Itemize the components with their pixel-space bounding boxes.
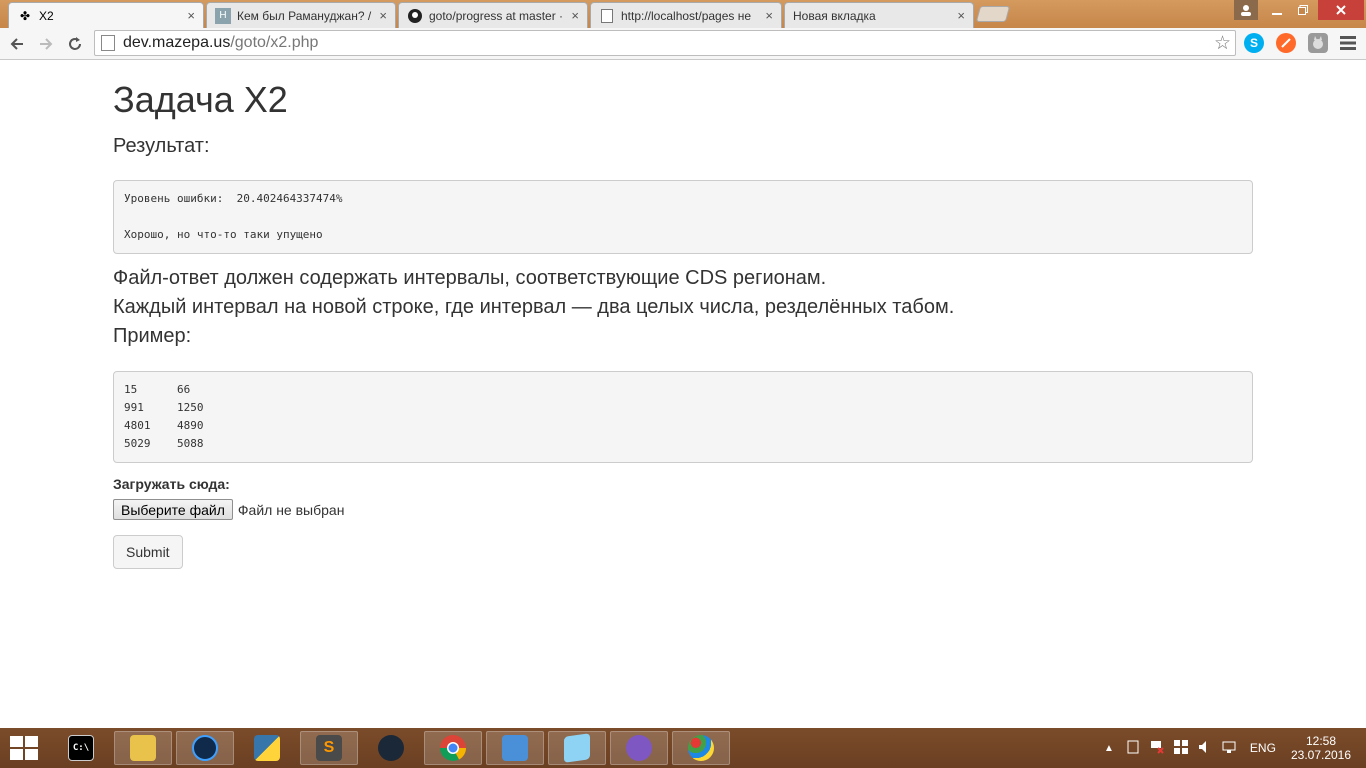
example-label: Пример: [113,325,192,347]
cmd-icon[interactable]: C:\ [52,731,110,765]
description-line-2: Каждый интервал на новой строке, где инт… [113,296,955,318]
cat-app-icon[interactable] [610,731,668,765]
remote-desktop-icon[interactable] [486,731,544,765]
result-label: Результат: [113,135,210,157]
tab-x2[interactable]: ✤ X2 × [8,2,204,28]
notepad-icon[interactable] [548,731,606,765]
tab-label: X2 [39,8,54,23]
user-icon[interactable] [1234,0,1258,20]
restore-button[interactable] [1290,0,1316,20]
choose-file-button[interactable]: Выберите файл [113,499,233,520]
address-bar[interactable]: dev.mazepa.us/goto/x2.php ☆ [94,30,1236,56]
new-tab-button[interactable] [975,6,1011,22]
result-output: Уровень ошибки: 20.402464337474% Хорошо,… [113,180,1253,254]
close-tab-icon[interactable]: × [187,8,195,23]
chrome-icon[interactable] [424,731,482,765]
file-explorer-icon[interactable] [114,731,172,765]
clock[interactable]: 12:58 23.07.2016 [1290,734,1352,762]
paint-icon[interactable] [672,731,730,765]
network-icon[interactable] [1222,740,1236,757]
close-tab-icon[interactable]: × [765,8,773,23]
taskbar: C:\ S ▲ ENG 12:58 23.07.2016 [0,728,1366,768]
tab-label: http://localhost/pages не [621,8,752,23]
tab-ramanujan[interactable]: H Кем был Рамануджан? / Н × [206,2,396,28]
reload-button[interactable] [63,32,87,56]
tab-label: Новая вкладка [793,8,876,23]
page-icon [599,8,615,24]
address-path: /goto/x2.php [230,34,319,51]
windows-icon[interactable] [1173,739,1188,757]
windows-start-icon[interactable] [10,736,38,760]
github-icon [407,8,423,24]
cat-extension-icon[interactable] [1308,33,1328,53]
battle-net-icon[interactable] [176,731,234,765]
tab-new-tab[interactable]: Новая вкладка × [784,2,974,28]
upload-label: Загружать сюда: [113,476,230,492]
page-title: Задача X2 [113,79,288,120]
close-window-button[interactable] [1318,0,1364,20]
minimize-button[interactable] [1264,0,1290,20]
volume-icon[interactable] [1198,740,1212,757]
bookmark-star-icon[interactable]: ☆ [1214,32,1231,55]
back-button[interactable] [5,32,29,56]
browser-toolbar: dev.mazepa.us/goto/x2.php ☆ S [0,28,1366,60]
address-host: dev.mazepa.us [123,34,231,51]
close-tab-icon[interactable]: × [379,8,387,23]
tab-localhost[interactable]: http://localhost/pages не × [590,2,782,28]
sublime-text-icon[interactable]: S [300,731,358,765]
file-input: Выберите файл Файл не выбран [113,499,1253,520]
habr-icon: H [215,7,231,24]
clock-date: 23.07.2016 [1290,748,1352,762]
submit-button[interactable]: Submit [113,535,183,569]
system-tray: ▲ ENG [1104,728,1276,768]
close-tab-icon[interactable]: × [957,8,965,23]
page-content: Задача X2 Результат: Уровень ошибки: 20.… [113,60,1253,569]
tab-github[interactable]: goto/progress at master · × [398,2,588,28]
language-indicator[interactable]: ENG [1250,741,1276,755]
file-status: Файл не выбран [237,501,345,518]
pen-extension-icon[interactable] [1276,33,1296,53]
forward-button[interactable] [34,32,58,56]
python-icon[interactable] [238,731,296,765]
fleur-icon: ✤ [19,8,31,23]
description-line-1: Файл-ответ должен содержать интервалы, с… [113,267,827,289]
page-icon [101,35,115,51]
show-hidden-icons-icon[interactable]: ▲ [1104,743,1114,754]
example-output: 15 66 991 1250 4801 4890 5029 5088 [113,371,1253,463]
tab-label: goto/progress at master · [429,8,564,23]
menu-icon[interactable] [1340,34,1356,55]
clock-time: 12:58 [1305,734,1337,748]
device-icon[interactable] [1126,740,1140,757]
close-tab-icon[interactable]: × [571,8,579,23]
action-center-flag-icon[interactable] [1150,740,1164,757]
tab-label: Кем был Рамануджан? / Н [237,8,374,23]
tab-strip: ✤ X2 × H Кем был Рамануджан? / Н × goto/… [0,0,1366,28]
steam-icon[interactable] [362,731,420,765]
skype-icon[interactable]: S [1244,33,1264,53]
